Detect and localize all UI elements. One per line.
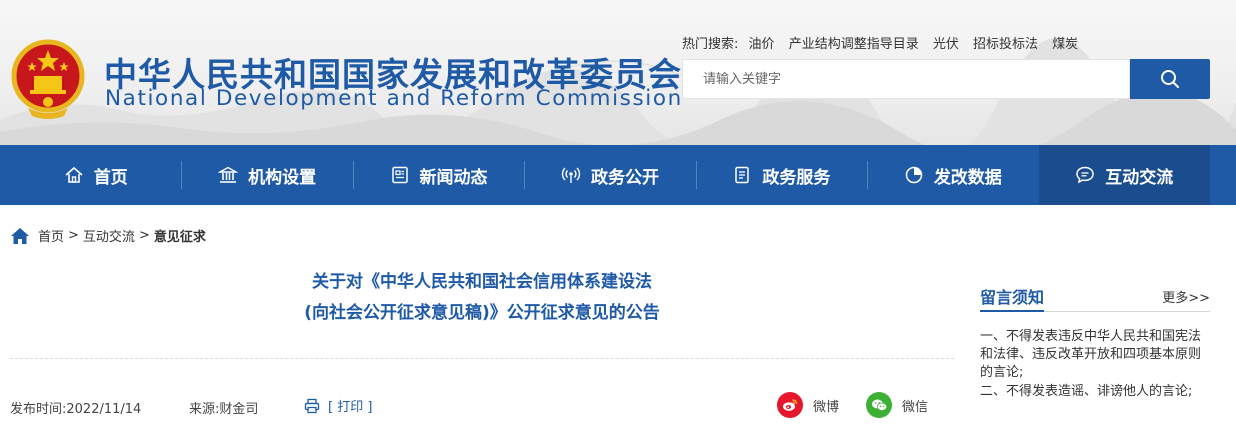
breadcrumb-current: 意见征求 (153, 230, 206, 245)
document-icon (732, 165, 752, 185)
hot-keyword-link[interactable]: 光伏 (933, 37, 959, 52)
nav-item-government-affairs[interactable]: 政务公开 (524, 145, 695, 205)
site-header: 中华人民共和国国家发展和改革委员会 National Development a… (0, 0, 1236, 145)
nav-label: 首页 (93, 167, 128, 188)
home-icon (11, 227, 29, 244)
notice-rule: 二、不得发表造谣、诽谤他人的言论; (980, 384, 1193, 399)
hot-search: 热门搜索: 油价 产业结构调整指导目录 光伏 招标投标法 煤炭 (682, 33, 1088, 52)
hot-keyword-link[interactable]: 招标投标法 (973, 37, 1038, 52)
hot-search-label: 热门搜索: (682, 37, 739, 52)
hot-keyword-link[interactable]: 油价 (749, 37, 775, 52)
breadcrumb-interaction-link[interactable]: 互动交流 (83, 226, 135, 245)
more-link[interactable]: 更多>> (1162, 287, 1210, 306)
notice-panel-header: 留言须知 更多>> (980, 280, 1210, 312)
nav-label: 政务公开 (590, 167, 659, 188)
share-weibo-button[interactable]: 微博 (777, 392, 839, 418)
broadcast-icon (561, 165, 581, 185)
print-label: [ 打印 ] (328, 400, 373, 415)
breadcrumb-separator: > (138, 228, 150, 243)
divider (10, 358, 954, 359)
publish-date: 发布时间:2022/11/14 (10, 402, 142, 417)
print-button[interactable]: [ 打印 ] (304, 396, 372, 415)
notice-rule: 一、不得发表违反中华人民共和国宪法和法律、违反改革开放和四项基本原则的言论; (980, 329, 1202, 380)
share-weixin-label: 微信 (902, 399, 929, 415)
nav-label: 政务服务 (762, 167, 831, 188)
weibo-icon (777, 392, 803, 418)
home-icon (64, 165, 84, 185)
wechat-icon (866, 392, 892, 418)
notice-panel-title: 留言须知 (980, 288, 1045, 307)
nav-item-data[interactable]: 发改数据 (867, 145, 1038, 205)
main-nav: 首页 机构设置 新闻动态 政务公开 政务服务 发改数据 互动交流 (0, 145, 1236, 205)
site-title-en: National Development and Reform Commissi… (105, 86, 683, 111)
nav-label: 机构设置 (248, 167, 317, 188)
nav-item-institution[interactable]: 机构设置 (181, 145, 352, 205)
notice-panel-body: 一、不得发表违反中华人民共和国宪法和法律、违反改革开放和四项基本原则的言论; 二… (980, 328, 1210, 402)
search-bar (682, 59, 1210, 99)
nav-label: 互动交流 (1105, 167, 1174, 188)
national-emblem-icon (11, 39, 85, 119)
chat-icon (1075, 165, 1095, 185)
nav-label: 发改数据 (933, 167, 1002, 188)
search-icon (1161, 70, 1179, 88)
breadcrumb: 首页 > 互动交流 > 意见征求 (10, 226, 206, 245)
search-button[interactable] (1130, 59, 1210, 99)
nav-item-news[interactable]: 新闻动态 (352, 145, 524, 205)
article-title-line1: 关于对《中华人民共和国社会信用体系建设法 (312, 272, 652, 292)
title-underline (980, 310, 1044, 312)
breadcrumb-home-link[interactable]: 首页 (38, 226, 64, 245)
nav-item-interaction[interactable]: 互动交流 (1038, 145, 1210, 205)
institution-icon (218, 165, 239, 185)
nav-item-home[interactable]: 首页 (10, 145, 181, 205)
hot-keyword-link[interactable]: 煤炭 (1052, 37, 1078, 52)
pie-chart-icon (904, 165, 924, 185)
news-icon (390, 165, 410, 185)
printer-icon (304, 398, 320, 413)
breadcrumb-separator: > (68, 228, 79, 243)
search-input[interactable] (682, 59, 1130, 99)
nav-item-services[interactable]: 政务服务 (695, 145, 867, 205)
share-weixin-button[interactable]: 微信 (866, 392, 928, 418)
article-source: 来源:财金司 (189, 402, 259, 417)
hot-keyword-link[interactable]: 产业结构调整指导目录 (789, 37, 919, 52)
nav-label: 新闻动态 (419, 167, 488, 188)
article-title-line2: (向社会公开征求意见稿)》公开征求意见的公告 (304, 303, 660, 323)
share-weibo-label: 微博 (813, 399, 840, 415)
